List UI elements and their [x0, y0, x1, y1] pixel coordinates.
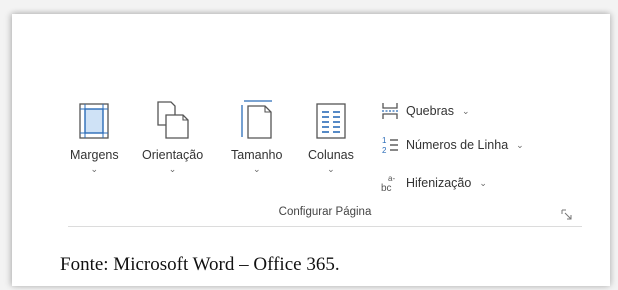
columns-icon: [316, 95, 346, 139]
line-numbers-button[interactable]: 1 2 Números de Linha ⌄: [380, 135, 524, 155]
breaks-label: Quebras: [406, 104, 454, 118]
page: Margens ⌄ Orientação ⌄ Tamanho ⌄ Colunas…: [12, 14, 610, 286]
chevron-down-icon: ⌄: [168, 164, 177, 174]
breaks-button[interactable]: Quebras ⌄: [380, 101, 470, 121]
hyphenation-icon: a- bc: [380, 173, 400, 193]
svg-text:2: 2: [382, 146, 387, 155]
orientation-button[interactable]: Orientação ⌄: [142, 95, 203, 174]
margins-label: Margens: [70, 148, 119, 162]
chevron-down-icon: ⌄: [252, 164, 261, 174]
margins-icon: [79, 95, 109, 139]
margins-button[interactable]: Margens ⌄: [70, 95, 119, 174]
chevron-down-icon: ⌄: [479, 177, 487, 188]
chevron-down-icon: ⌄: [90, 164, 99, 174]
line-numbers-icon: 1 2: [380, 135, 400, 155]
page-setup-ribbon-group: Margens ⌄ Orientação ⌄ Tamanho ⌄ Colunas…: [68, 89, 582, 227]
orientation-icon: [156, 95, 190, 139]
svg-text:1: 1: [382, 136, 387, 145]
chevron-down-icon: ⌄: [516, 139, 524, 150]
columns-button[interactable]: Colunas ⌄: [308, 95, 354, 174]
columns-label: Colunas: [308, 148, 354, 162]
group-label: Configurar Página: [278, 206, 372, 218]
breaks-icon: [380, 101, 400, 121]
figure-caption: Fonte: Microsoft Word – Office 365.: [60, 254, 340, 275]
svg-text:a-: a-: [388, 174, 395, 183]
size-icon: [240, 95, 274, 139]
size-button[interactable]: Tamanho ⌄: [231, 95, 282, 174]
dialog-launcher-icon[interactable]: [561, 207, 572, 220]
orientation-label: Orientação: [142, 148, 204, 162]
size-label: Tamanho: [231, 148, 283, 162]
chevron-down-icon: ⌄: [461, 105, 470, 116]
svg-text:bc: bc: [381, 183, 392, 193]
hyphenation-label: Hifenização: [406, 176, 472, 190]
hyphenation-button[interactable]: a- bc Hifenização ⌄: [380, 173, 487, 193]
line-numbers-label: Números de Linha: [406, 138, 509, 152]
chevron-down-icon: ⌄: [327, 164, 335, 174]
